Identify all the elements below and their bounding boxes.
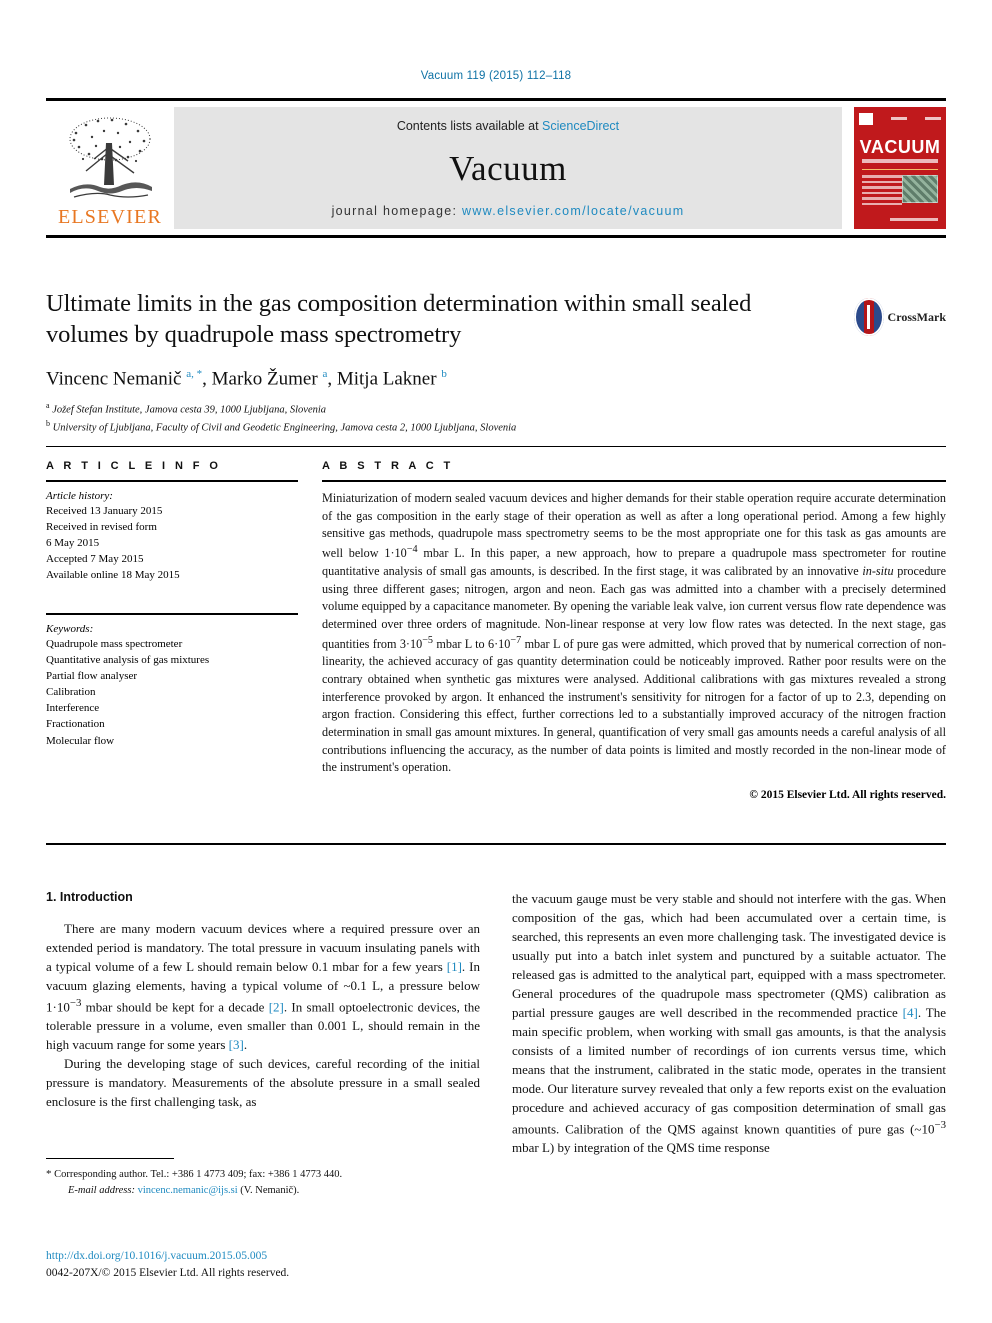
- abstract-rule: [322, 480, 946, 482]
- info-abstract-row: A R T I C L E I N F O Article history: R…: [46, 460, 946, 801]
- article-info-column: A R T I C L E I N F O Article history: R…: [46, 460, 298, 801]
- cover-editors-block: [862, 175, 902, 208]
- cover-issue-meta: [891, 117, 907, 120]
- cover-divider: [862, 169, 938, 170]
- contents-prefix: Contents lists available at: [396, 119, 543, 133]
- elsevier-tree-icon: [69, 117, 152, 198]
- footnote-block: * Corresponding author. Tel.: +386 1 477…: [46, 1158, 480, 1199]
- article-info-rule: [46, 480, 298, 482]
- abstract-text: Miniaturization of modern sealed vacuum …: [322, 491, 947, 775]
- author-list: Vincenc Nemanič a, *, Marko Žumer a, Mit…: [46, 367, 447, 390]
- issn-copyright-line: 0042-207X/© 2015 Elsevier Ltd. All right…: [46, 1267, 290, 1280]
- article-history-list: Received 13 January 2015 Received in rev…: [46, 503, 298, 583]
- cover-subtitle-bar: [862, 159, 938, 163]
- cover-footer-bar: [890, 218, 938, 221]
- affiliation-list: a Jožef Stefan Institute, Jamova cesta 3…: [46, 400, 946, 437]
- article-info-heading: A R T I C L E I N F O: [46, 460, 222, 472]
- cover-date-meta: [925, 117, 941, 120]
- affiliation-b: b University of Ljubljana, Faculty of Ci…: [46, 419, 517, 434]
- journal-masthead: ELSEVIER Contents lists available at Sci…: [46, 98, 946, 238]
- journal-cover-thumbnail: VACUUM: [842, 107, 946, 229]
- article-page: Vacuum 119 (2015) 112–118 ELSEVIER Conte…: [0, 0, 992, 1323]
- keywords-rule: [46, 613, 298, 616]
- journal-cover: VACUUM: [854, 107, 946, 229]
- keyword-item: Molecular flow: [46, 734, 115, 747]
- footnote-rule: [46, 1158, 174, 1159]
- section-heading-introduction: 1. Introduction: [46, 890, 133, 904]
- doi-link[interactable]: http://dx.doi.org/10.1016/j.vacuum.2015.…: [46, 1248, 546, 1265]
- crossmark-badge-group[interactable]: CrossMark: [854, 294, 946, 340]
- history-item: Received 13 January 2015: [46, 505, 163, 517]
- history-item: Available online 18 May 2015: [46, 569, 180, 582]
- cover-header-row: [859, 112, 941, 125]
- elsevier-wordmark: ELSEVIER: [57, 206, 163, 228]
- cover-title-text: VACUUM: [859, 137, 941, 157]
- history-item: Received in revised form: [46, 521, 157, 534]
- body-column-left: 1. Introduction There are many modern va…: [46, 890, 480, 1158]
- intro-paragraph-3: the vacuum gauge must be very stable and…: [512, 891, 946, 1155]
- crossmark-icon: [854, 298, 884, 336]
- journal-homepage-line: journal homepage: www.elsevier.com/locat…: [332, 204, 685, 218]
- sciencedirect-link[interactable]: ScienceDirect: [542, 119, 619, 133]
- keyword-item: Calibration: [46, 686, 96, 699]
- homepage-prefix: journal homepage:: [331, 204, 462, 218]
- history-item: Accepted 7 May 2015: [46, 553, 144, 566]
- info-top-rule: [46, 446, 946, 447]
- keyword-item: Interference: [46, 702, 100, 715]
- body-column-right: the vacuum gauge must be very stable and…: [512, 890, 946, 1158]
- intro-paragraph-1: There are many modern vacuum devices whe…: [46, 921, 480, 1053]
- journal-title: Vacuum: [449, 149, 567, 188]
- journal-homepage-link[interactable]: www.elsevier.com/locate/vacuum: [462, 204, 684, 218]
- keyword-item: Quadrupole mass spectrometer: [46, 638, 183, 651]
- contents-available-line: Contents lists available at ScienceDirec…: [397, 119, 619, 133]
- cover-elsevier-icon: [859, 112, 873, 125]
- corresponding-author-email[interactable]: E-mail address: vincenc.nemanic@ijs.si (…: [46, 1183, 480, 1199]
- elsevier-logo: ELSEVIER: [46, 107, 174, 229]
- keyword-item: Partial flow analyser: [46, 670, 138, 683]
- affiliation-a-text: Jožef Stefan Institute, Jamova cesta 39,…: [52, 404, 327, 416]
- crossmark-label: CrossMark: [887, 309, 946, 324]
- article-history-label: Article history:: [46, 490, 113, 502]
- affiliation-a: a Jožef Stefan Institute, Jamova cesta 3…: [46, 400, 327, 416]
- page-title: Ultimate limits in the gas composition d…: [46, 290, 752, 349]
- body-columns: 1. Introduction There are many modern va…: [46, 890, 946, 1158]
- cover-figure-image: [902, 175, 938, 203]
- abstract-heading: A B S T R A C T: [322, 460, 454, 472]
- intro-paragraph-2: During the developing stage of such devi…: [46, 1056, 480, 1110]
- keyword-item: Fractionation: [46, 718, 105, 731]
- affiliation-b-text: University of Ljubljana, Faculty of Civi…: [52, 422, 517, 434]
- imprint-block: http://dx.doi.org/10.1016/j.vacuum.2015.…: [46, 1248, 546, 1283]
- keyword-item: Quantitative analysis of gas mixtures: [46, 654, 210, 667]
- title-block: Ultimate limits in the gas composition d…: [46, 288, 946, 437]
- abstract-column: A B S T R A C T Miniaturization of moder…: [322, 460, 946, 801]
- body-top-rule: [46, 843, 946, 845]
- running-head: Vacuum 119 (2015) 112–118: [420, 70, 572, 82]
- keywords-list: Quadrupole mass spectrometer Quantitativ…: [46, 636, 298, 748]
- abstract-copyright: © 2015 Elsevier Ltd. All rights reserved…: [749, 789, 946, 802]
- keywords-label: Keywords:: [46, 623, 94, 636]
- history-item: 6 May 2015: [46, 537, 100, 550]
- journal-band: Contents lists available at ScienceDirec…: [174, 107, 842, 229]
- corresponding-author-note: * Corresponding author. Tel.: +386 1 477…: [46, 1168, 343, 1180]
